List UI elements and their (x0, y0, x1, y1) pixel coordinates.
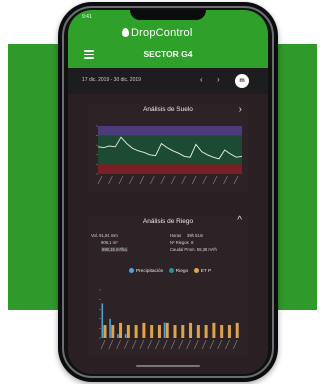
phone-screen: 9:41 DropControl SECTOR G4 17 dic. 2019 … (68, 10, 268, 374)
rain-bar (117, 334, 119, 338)
irrigation-analysis-card: Análisis de Riego ^ Vol. 91,91 mm 909,1 … (88, 215, 248, 356)
irrigation-x-tick-label (225, 339, 230, 350)
irrigation-x-tick-label (124, 339, 129, 350)
et-bar (189, 322, 193, 338)
status-time: 9:41 (82, 14, 92, 20)
et-bar (126, 325, 130, 338)
legend-irrigation-label: Riego (175, 268, 189, 274)
et-bar (235, 322, 239, 338)
soil-x-tick-label (191, 175, 197, 185)
next-period-button[interactable]: › (217, 75, 220, 84)
irrigation-x-tick-label (139, 339, 145, 350)
et-bar (119, 322, 123, 338)
irrigation-x-tick-label (194, 339, 199, 350)
et-bar (134, 325, 138, 338)
et-bar (142, 322, 146, 338)
irrigation-x-tick-label (100, 339, 106, 350)
date-range-bar: 17 dic. 2019 - 30 dic. 2019 ‹ › m (68, 68, 268, 94)
irrigation-x-tick-label (147, 339, 152, 350)
et-bar (157, 325, 161, 338)
legend-irrigation-dot (168, 268, 174, 273)
soil-x-tick-label (108, 175, 113, 185)
rain-bar (109, 318, 111, 338)
prev-period-button[interactable]: ‹ (200, 75, 203, 84)
app-logo: DropControl (122, 27, 193, 39)
home-indicator (136, 365, 200, 367)
irrigation-x-tick-label (162, 339, 168, 350)
et-bar (150, 325, 154, 338)
soil-analysis-card: Análisis de Suelo › (88, 104, 248, 192)
et-bar (173, 325, 177, 338)
soil-x-tick-label (97, 175, 103, 185)
soil-x-tick-label (181, 175, 186, 185)
et-bar (165, 322, 169, 338)
irrigation-legend: Precipitación Riego ET P (88, 268, 248, 274)
irrigation-x-tick-label (116, 339, 121, 350)
et-bar (103, 325, 107, 338)
irrigation-x-tick-label (155, 339, 160, 350)
irrigation-x-tick-label (131, 339, 137, 350)
soil-band-bottom (98, 164, 242, 174)
stat-hours: Horas 39h 51m (170, 233, 204, 238)
irrigation-chart (99, 289, 239, 350)
irrigation-x-tick-label (178, 339, 184, 350)
irrigation-x-tick-label (108, 339, 114, 350)
et-bar (111, 325, 115, 338)
et-bar (181, 325, 185, 338)
soil-x-tick-label (233, 175, 239, 185)
soil-x-tick-label (170, 175, 176, 185)
legend-et-dot (193, 268, 199, 273)
legend-rain-label: Precipitación (135, 268, 164, 274)
stat-volume: Vol. 91,91 mm (91, 233, 118, 238)
soil-x-tick-label (150, 175, 155, 185)
rain-bar (124, 334, 127, 338)
stat-volume-m3: 909,1 m³ (101, 240, 118, 245)
legend-et-label: ET P (200, 268, 212, 274)
phone-notch (130, 10, 206, 20)
irrigation-x-tick-label (186, 339, 191, 350)
irrigation-x-tick-label (232, 339, 238, 350)
rain-bar (163, 322, 166, 338)
irrigation-x-tick-label (170, 339, 176, 350)
stat-irrigations: Nº Riegos 8 (170, 240, 194, 245)
period-mode-button[interactable]: m (235, 74, 249, 88)
soil-x-tick-label (129, 175, 134, 185)
legend-rain-dot (128, 268, 134, 273)
irrigation-card-collapse-button[interactable]: ^ (237, 215, 242, 226)
soil-x-tick-label (223, 175, 228, 185)
irrigation-x-tick-label (201, 339, 207, 350)
et-bar (220, 325, 224, 338)
app-name: DropControl (131, 27, 193, 39)
soil-x-tick-label (202, 175, 207, 185)
rain-bar (101, 303, 104, 338)
et-bar (212, 322, 216, 338)
et-bar (227, 325, 231, 338)
soil-x-tick-label (139, 175, 145, 185)
irrigation-x-tick-label (217, 339, 222, 350)
soil-x-tick-label (160, 175, 166, 185)
et-bar (204, 325, 208, 338)
irrigation-x-tick-label (209, 339, 215, 350)
soil-band-top (98, 126, 242, 136)
et-bar (196, 325, 200, 338)
soil-x-tick-label (212, 175, 218, 185)
soil-x-tick-label (118, 175, 124, 185)
soil-chart (96, 125, 243, 185)
stat-volume-ha: 690,15 m³/ha (101, 247, 128, 252)
drop-icon (122, 28, 129, 37)
irrigation-card-title: Análisis de Riego (142, 218, 194, 225)
screen-title: SECTOR G4 (143, 49, 193, 59)
stat-avg-flow: Caudal Prom. 59,38 m³/h (170, 247, 217, 252)
date-range-label[interactable]: 17 dic. 2019 - 30 dic. 2019 (82, 77, 141, 83)
